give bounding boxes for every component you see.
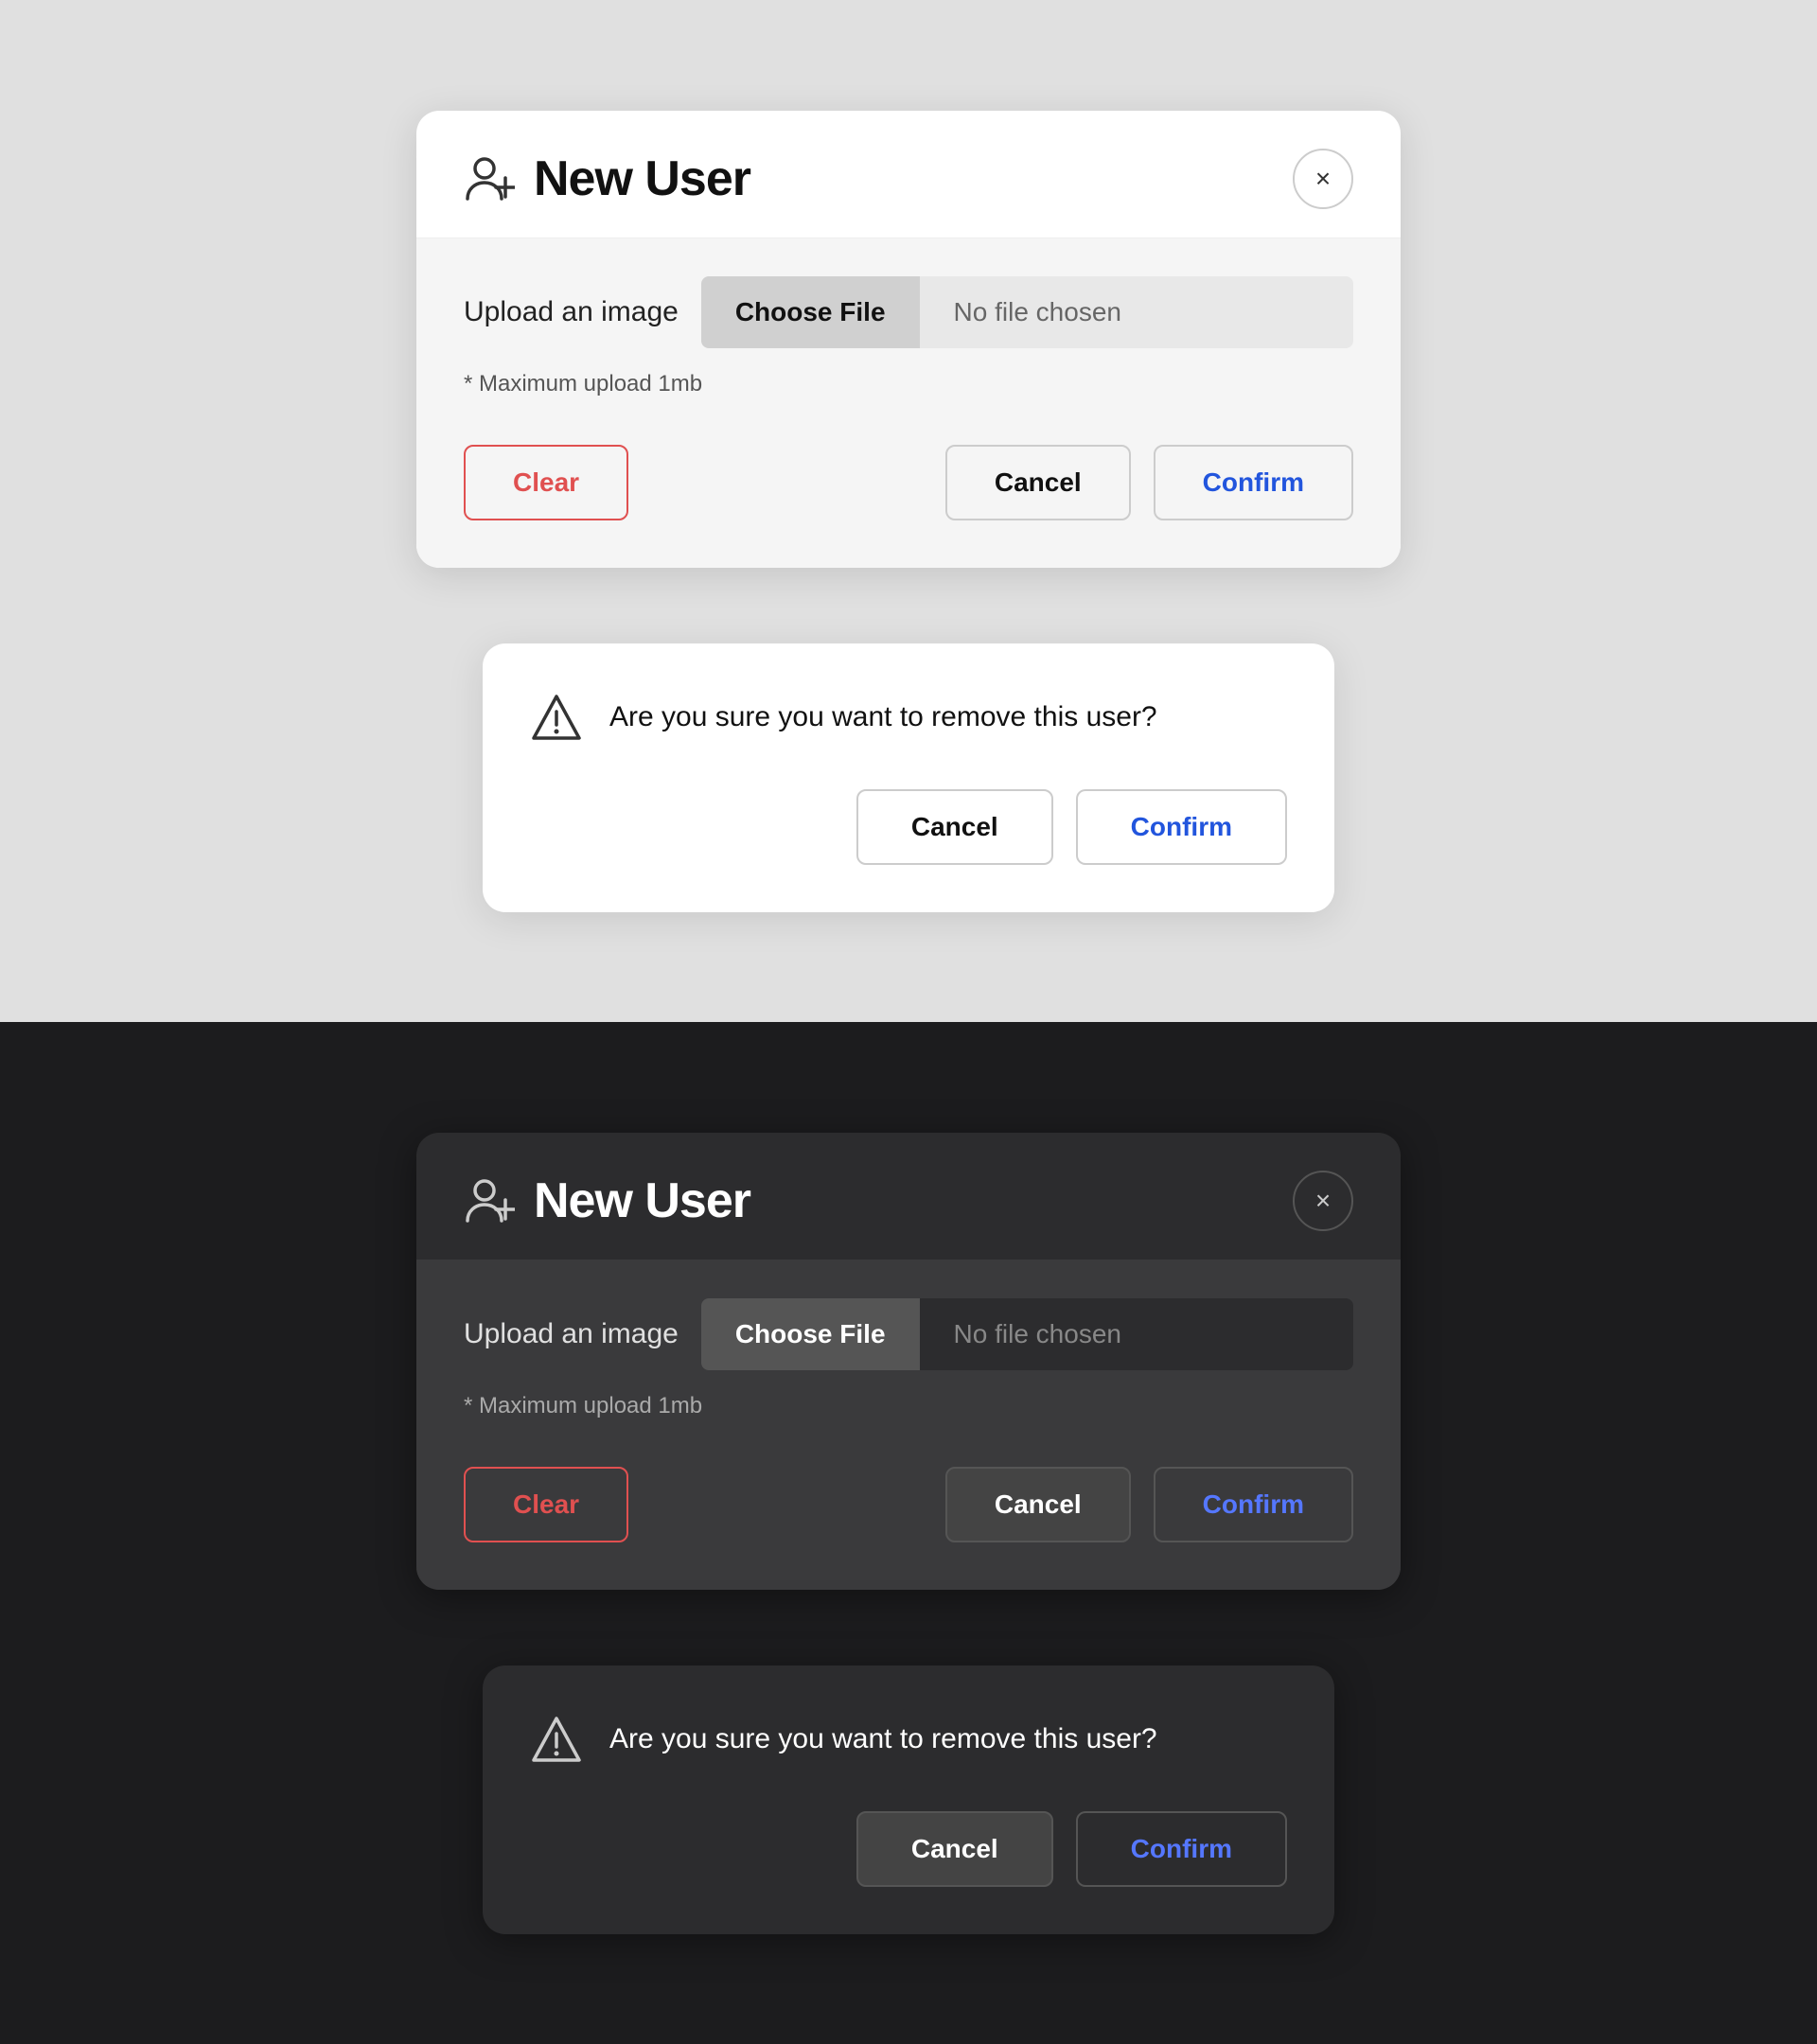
light-theme-section: New User × Upload an image Choose File N… xyxy=(0,0,1817,1022)
confirm-dialog-message-light: Are you sure you want to remove this use… xyxy=(530,691,1287,744)
dialog-confirm-button-dark[interactable]: Confirm xyxy=(1076,1811,1287,1887)
new-user-modal-dark: New User × Upload an image Choose File N… xyxy=(416,1133,1401,1590)
close-button-light[interactable]: × xyxy=(1293,149,1353,209)
file-name-display-dark: No file chosen xyxy=(920,1298,1353,1370)
modal-header-left: New User xyxy=(464,150,750,207)
dark-theme-section: New User × Upload an image Choose File N… xyxy=(0,1022,1817,2044)
file-input-container-dark: Choose File No file chosen xyxy=(701,1298,1353,1370)
close-icon-light: × xyxy=(1315,164,1331,194)
choose-file-button-dark[interactable]: Choose File xyxy=(701,1298,920,1370)
confirm-button-dark[interactable]: Confirm xyxy=(1154,1467,1353,1542)
warning-icon-light xyxy=(530,691,583,744)
close-button-dark[interactable]: × xyxy=(1293,1171,1353,1231)
file-upload-row-light: Upload an image Choose File No file chos… xyxy=(464,276,1353,348)
dialog-confirm-button-light[interactable]: Confirm xyxy=(1076,789,1287,865)
confirm-dialog-text-light: Are you sure you want to remove this use… xyxy=(609,701,1157,733)
file-input-container-light: Choose File No file chosen xyxy=(701,276,1353,348)
user-add-icon xyxy=(464,153,515,204)
confirm-dialog-text-dark: Are you sure you want to remove this use… xyxy=(609,1723,1157,1755)
upload-label-light: Upload an image xyxy=(464,296,679,328)
modal-header-left-dark: New User xyxy=(464,1172,750,1229)
modal-header-dark: New User × xyxy=(416,1133,1401,1260)
max-upload-note-dark: * Maximum upload 1mb xyxy=(464,1393,1353,1419)
confirm-dialog-light: Are you sure you want to remove this use… xyxy=(483,643,1334,912)
cancel-button-light[interactable]: Cancel xyxy=(945,445,1131,520)
file-upload-row-dark: Upload an image Choose File No file chos… xyxy=(464,1298,1353,1370)
cancel-button-dark[interactable]: Cancel xyxy=(945,1467,1131,1542)
confirm-button-light[interactable]: Confirm xyxy=(1154,445,1353,520)
modal-body-light: Upload an image Choose File No file chos… xyxy=(416,238,1401,568)
modal-title-light: New User xyxy=(534,150,750,207)
confirm-dialog-actions-light: Cancel Confirm xyxy=(530,789,1287,865)
file-name-display-light: No file chosen xyxy=(920,276,1353,348)
choose-file-button-light[interactable]: Choose File xyxy=(701,276,920,348)
confirm-dialog-dark: Are you sure you want to remove this use… xyxy=(483,1665,1334,1934)
clear-button-dark[interactable]: Clear xyxy=(464,1467,628,1542)
clear-button-light[interactable]: Clear xyxy=(464,445,628,520)
modal-footer-light: Clear Cancel Confirm xyxy=(464,445,1353,520)
new-user-modal-light: New User × Upload an image Choose File N… xyxy=(416,111,1401,568)
dialog-cancel-button-light[interactable]: Cancel xyxy=(856,789,1053,865)
max-upload-note-light: * Maximum upload 1mb xyxy=(464,371,1353,397)
modal-footer-dark: Clear Cancel Confirm xyxy=(464,1467,1353,1542)
confirm-dialog-message-dark: Are you sure you want to remove this use… xyxy=(530,1713,1287,1766)
user-add-icon-dark xyxy=(464,1175,515,1226)
modal-header-light: New User × xyxy=(416,111,1401,238)
warning-icon-dark xyxy=(530,1713,583,1766)
upload-label-dark: Upload an image xyxy=(464,1318,679,1350)
dialog-cancel-button-dark[interactable]: Cancel xyxy=(856,1811,1053,1887)
modal-title-dark: New User xyxy=(534,1172,750,1229)
confirm-dialog-actions-dark: Cancel Confirm xyxy=(530,1811,1287,1887)
modal-body-dark: Upload an image Choose File No file chos… xyxy=(416,1260,1401,1590)
close-icon-dark: × xyxy=(1315,1186,1331,1216)
